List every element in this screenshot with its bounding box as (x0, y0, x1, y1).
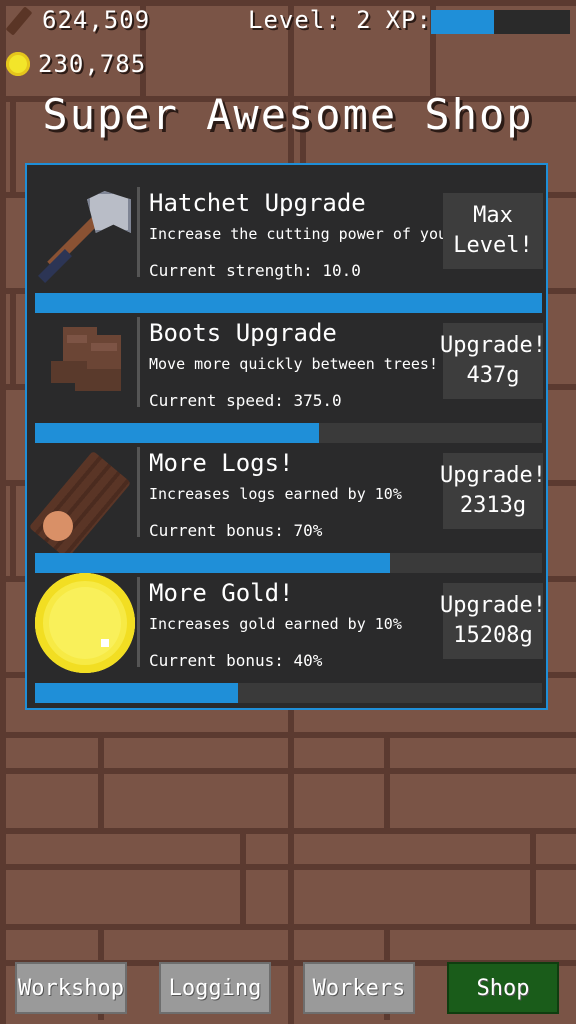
upgrade-button[interactable]: Upgrade! 2313g (440, 453, 546, 529)
page-title: Super Awesome Shop (42, 90, 534, 139)
item-progress-fill (35, 683, 238, 703)
logs-count: 624,509 (42, 6, 151, 34)
gold-coin-icon (35, 573, 135, 673)
shop-item-hatchet: Hatchet Upgrade Increase the cutting pow… (35, 165, 543, 313)
item-divider (137, 577, 140, 667)
item-description: Move more quickly between trees! (149, 355, 438, 373)
shop-panel: Hatchet Upgrade Increase the cutting pow… (25, 163, 548, 710)
tab-logging[interactable]: Logging (159, 962, 271, 1014)
item-description: Increases gold earned by 10% (149, 615, 402, 633)
upgrade-button[interactable]: Upgrade! 15208g (440, 583, 546, 659)
tab-workshop[interactable]: Workshop (15, 962, 127, 1014)
logs-counter: 624,509 (6, 6, 150, 34)
item-stat: Current bonus: 70% (149, 521, 323, 540)
shop-item-boots: Boots Upgrade Move more quickly between … (35, 295, 546, 443)
hatchet-icon (35, 183, 135, 283)
item-description: Increases logs earned by 10% (149, 485, 402, 503)
upgrade-button[interactable]: Upgrade! 437g (440, 323, 546, 399)
item-stat: Current strength: 10.0 (149, 261, 361, 280)
shop-item-logs: More Logs! Increases logs earned by 10% … (28, 425, 546, 573)
tab-shop[interactable]: Shop (447, 962, 559, 1014)
xp-progress-fill (431, 10, 494, 34)
item-name: More Logs! (149, 449, 294, 477)
item-divider (137, 317, 140, 407)
xp-progress-bar (431, 10, 570, 34)
item-progress-bar (35, 683, 542, 703)
item-stat: Current speed: 375.0 (149, 391, 342, 410)
boots-icon (35, 313, 135, 413)
item-divider (137, 447, 140, 537)
gold-count: 230,785 (38, 50, 147, 78)
item-divider (137, 187, 140, 277)
item-name: More Gold! (149, 579, 294, 607)
max-level-button[interactable]: Max Level! (443, 193, 543, 269)
tab-workers[interactable]: Workers (303, 962, 415, 1014)
log-icon (28, 443, 135, 560)
level-label: Level: 2 (248, 6, 372, 34)
item-name: Hatchet Upgrade (149, 189, 366, 217)
gold-coin-icon (6, 52, 30, 76)
gold-counter: 230,785 (6, 50, 146, 78)
item-stat: Current bonus: 40% (149, 651, 323, 670)
item-name: Boots Upgrade (149, 319, 337, 347)
log-icon (6, 6, 34, 34)
shop-item-gold: More Gold! Increases gold earned by 10% … (35, 555, 546, 703)
